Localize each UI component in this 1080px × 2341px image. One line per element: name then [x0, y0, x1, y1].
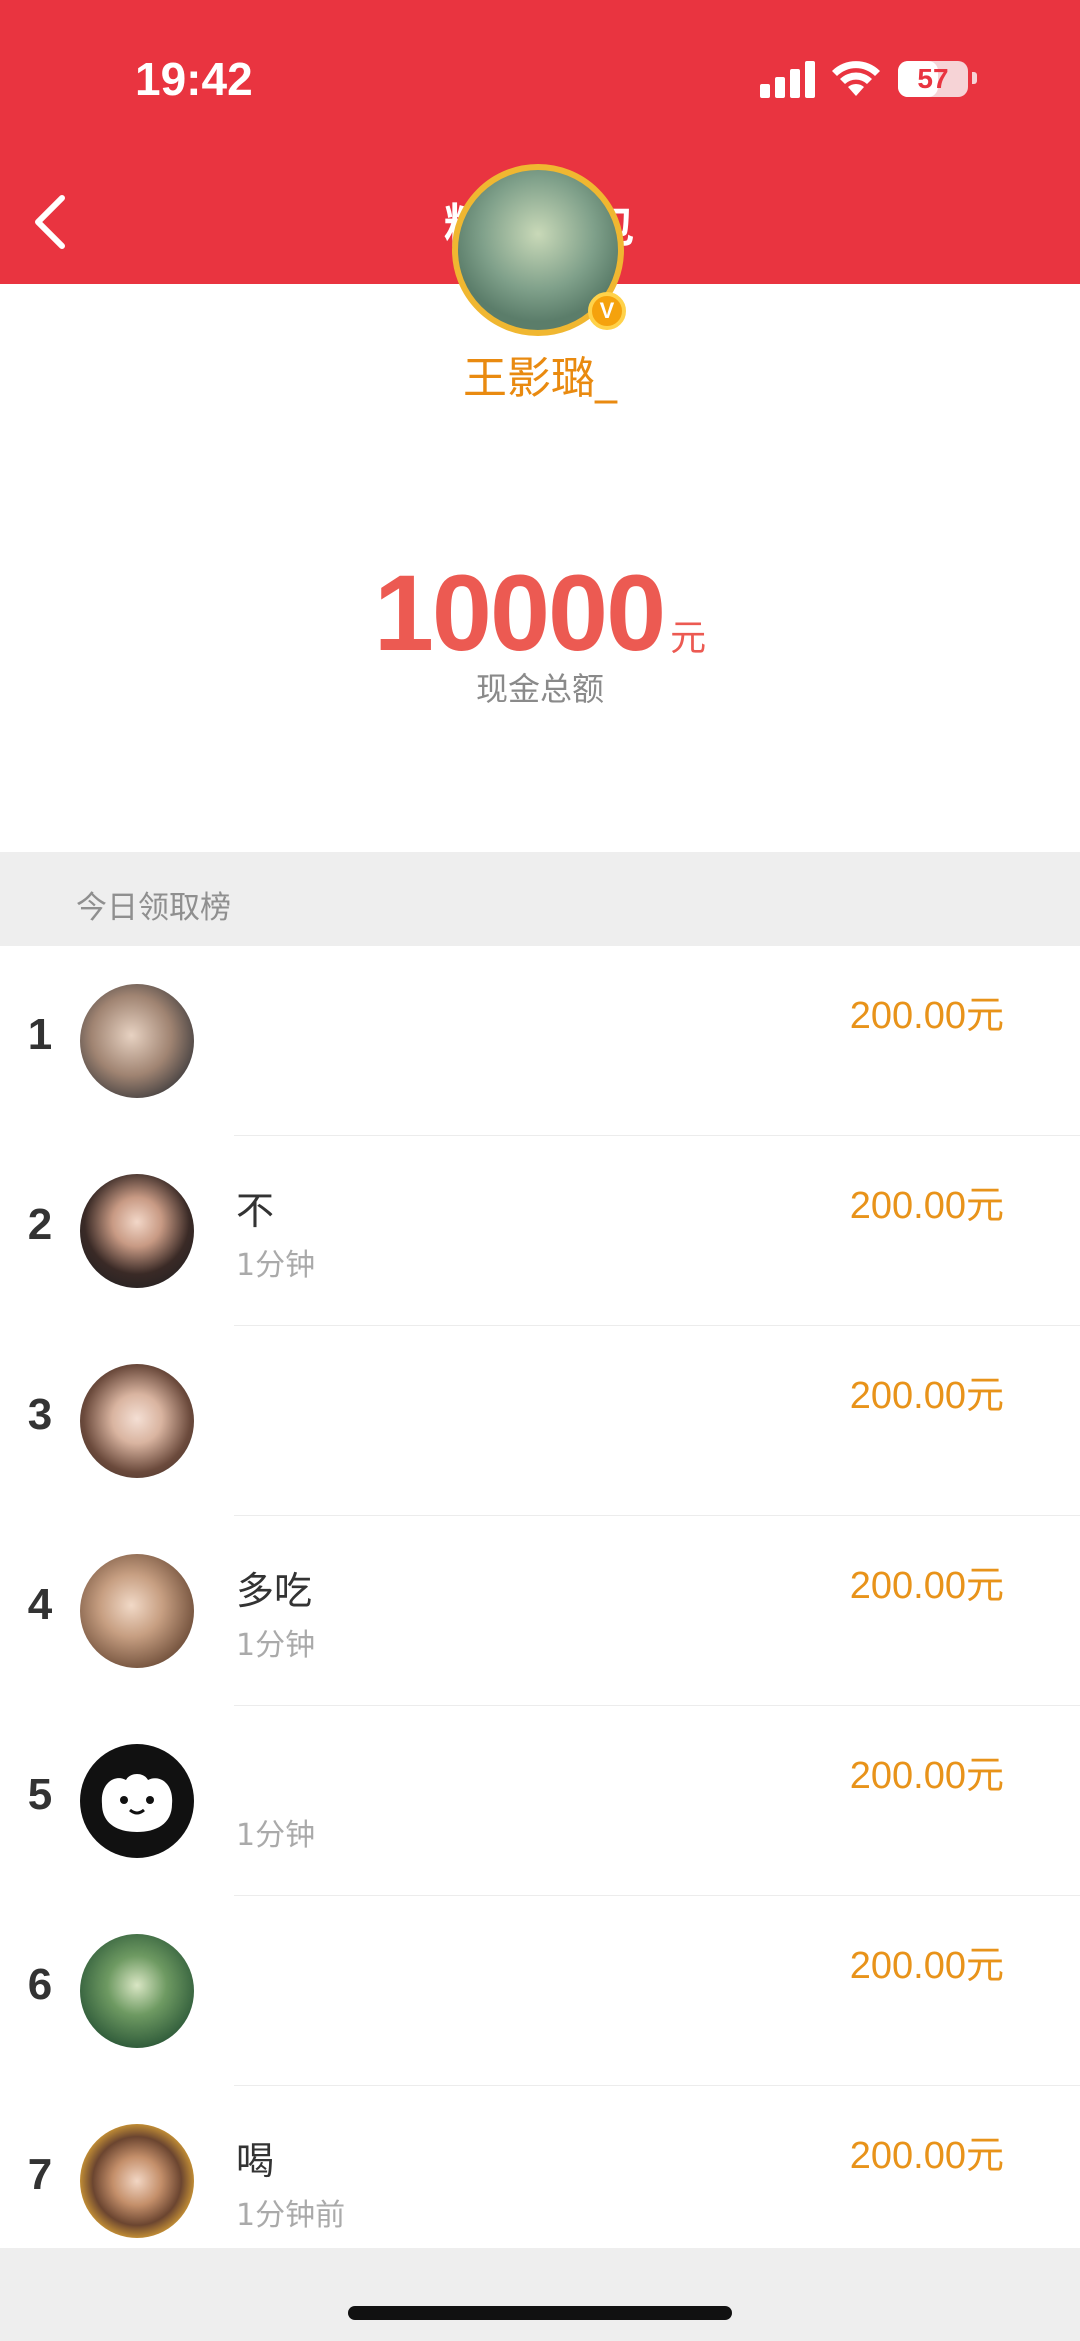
home-indicator[interactable]	[348, 2306, 732, 2320]
claim-amount: 200.00元	[849, 2135, 1004, 2177]
ranking-header: 今日领取榜	[0, 852, 1080, 946]
status-time: 19:42	[135, 53, 253, 105]
rank-number: 4	[27, 1580, 53, 1629]
ranking-row[interactable]: 1 200.00元	[0, 946, 1080, 1136]
battery-cap	[972, 72, 977, 84]
avatar[interactable]	[80, 1554, 194, 1668]
user-name: 多吃	[236, 1569, 313, 1613]
battery-icon: 57	[898, 61, 968, 97]
battery-level: 57	[917, 63, 949, 94]
avatar[interactable]	[80, 1744, 194, 1858]
total-amount: 10000 元	[0, 550, 1080, 675]
ranking-row[interactable]: 2 不 1分钟 200.00元	[0, 1136, 1080, 1326]
claim-amount: 200.00元	[849, 995, 1004, 1037]
user-name: 喝	[236, 2139, 275, 2183]
claim-amount: 200.00元	[849, 1565, 1004, 1607]
verified-badge-icon: V	[588, 292, 626, 330]
claim-amount: 200.00元	[849, 1945, 1004, 1987]
wifi-icon	[832, 61, 880, 96]
status-icons: 57	[760, 58, 990, 98]
red-packet-header: V 王影璐_ 10000 元 现金总额	[0, 164, 1080, 852]
claim-amount: 200.00元	[849, 1185, 1004, 1227]
host-name[interactable]: 王影璐_	[0, 342, 1080, 406]
rank-number: 5	[27, 1770, 53, 1819]
claim-time: 1分钟	[236, 1818, 316, 1853]
rank-number: 2	[27, 1200, 53, 1249]
ranking-list: 1 200.00元 2 不 1分钟 200.00元 3 200.00元 4 多吃…	[0, 946, 1080, 2276]
rank-number: 7	[27, 2150, 53, 2199]
bottom-area	[0, 2248, 1080, 2341]
ranking-title: 今日领取榜	[76, 890, 231, 926]
claim-time: 1分钟前	[236, 2198, 346, 2233]
cartoon-face-icon	[101, 1774, 173, 1832]
claim-time: 1分钟	[236, 1248, 316, 1283]
rank-number: 1	[27, 1010, 53, 1059]
ranking-row[interactable]: 4 多吃 1分钟 200.00元	[0, 1516, 1080, 1706]
total-amount-unit: 元	[670, 618, 707, 659]
claim-amount: 200.00元	[849, 1755, 1004, 1797]
total-amount-label: 现金总额	[475, 670, 604, 708]
signal-icon	[760, 60, 816, 98]
avatar[interactable]	[80, 1174, 194, 1288]
rank-number: 3	[27, 1390, 53, 1439]
avatar[interactable]	[80, 984, 194, 1098]
avatar[interactable]	[80, 2124, 194, 2238]
status-bar: 19:42 57	[0, 0, 1080, 160]
ranking-row[interactable]: 6 200.00元	[0, 1896, 1080, 2086]
rank-number: 6	[27, 1960, 53, 2009]
avatar[interactable]	[80, 1934, 194, 2048]
user-name: 不	[236, 1189, 275, 1233]
avatar[interactable]	[80, 1364, 194, 1478]
ranking-row[interactable]: 5 1分钟 200.00元	[0, 1706, 1080, 1896]
ranking-row[interactable]: 3 200.00元	[0, 1326, 1080, 1516]
total-amount-value: 10000	[373, 552, 666, 673]
claim-amount: 200.00元	[849, 1375, 1004, 1417]
claim-time: 1分钟	[236, 1628, 316, 1663]
